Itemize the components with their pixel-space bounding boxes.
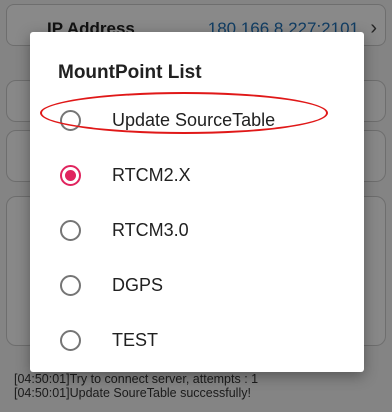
option-test[interactable]: TEST [30, 314, 364, 366]
option-label: DGPS [112, 275, 164, 295]
mountpoint-list-dialog: MountPoint List Update SourceTable RTCM2… [30, 32, 364, 372]
radio-button[interactable] [60, 220, 81, 241]
option-rtcm2x[interactable]: RTCM2.X [30, 149, 364, 201]
radio-button[interactable] [60, 275, 81, 296]
option-dgps[interactable]: DGPS [30, 259, 364, 311]
radio-button[interactable] [60, 330, 81, 351]
option-label: RTCM3.0 [112, 220, 189, 240]
radio-button-selected[interactable] [60, 165, 81, 186]
option-rtcm30[interactable]: RTCM3.0 [30, 204, 364, 256]
option-label: TEST [112, 330, 159, 350]
dialog-title: MountPoint List [58, 62, 202, 83]
option-update-sourcetable[interactable]: Update SourceTable [30, 94, 364, 146]
radio-button[interactable] [60, 110, 81, 131]
option-label: Update SourceTable [112, 110, 276, 130]
option-label: RTCM2.X [112, 165, 191, 185]
